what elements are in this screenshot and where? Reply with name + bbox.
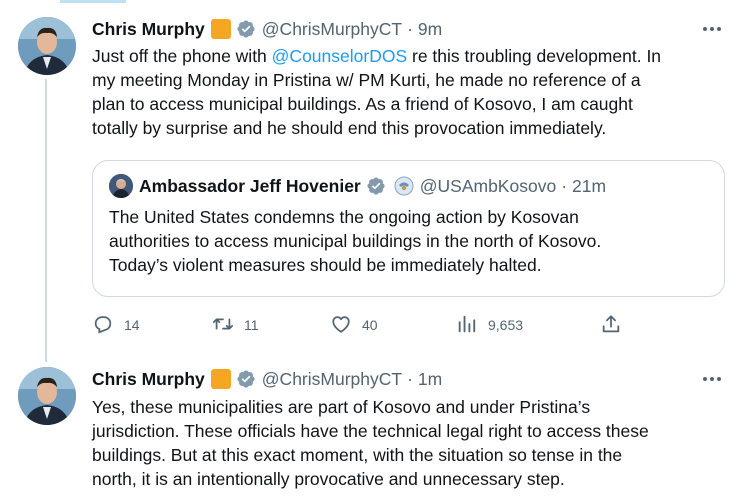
view-count: 9,653 xyxy=(488,317,524,333)
text-segment: re this troubling development. In xyxy=(407,46,662,66)
like-button[interactable]: 40 xyxy=(330,312,378,338)
quoted-author-handle[interactable]: @USAmbKosovo xyxy=(420,176,556,197)
author-handle[interactable]: @ChrisMurphyCT xyxy=(262,19,402,40)
author-name[interactable]: Chris Murphy xyxy=(92,19,205,40)
quoted-tweet[interactable]: Ambassador Jeff Hovenier @USAmbKosovo · … xyxy=(92,160,725,297)
text-segment: Just off the phone with xyxy=(92,46,272,66)
separator-dot: · xyxy=(561,175,568,196)
heart-icon xyxy=(330,313,352,338)
more-horizontal-icon[interactable] xyxy=(699,19,725,39)
tweet[interactable]: Chris Murphy @ChrisMurphyCT · 9m Just of… xyxy=(0,0,739,362)
retweet-button[interactable]: 11 xyxy=(212,312,259,338)
organization-badge-icon[interactable] xyxy=(210,369,231,389)
like-count: 40 xyxy=(362,317,378,333)
tweet-text-line: north, it is an intentionally provocativ… xyxy=(92,469,565,489)
avatar[interactable] xyxy=(18,367,76,425)
tweet-text-line: totally by surprise and he should end th… xyxy=(92,118,607,138)
share-button[interactable] xyxy=(600,312,622,338)
quoted-avatar[interactable] xyxy=(109,174,133,198)
tweet-text-line: Yes, these municipalities are part of Ko… xyxy=(92,397,591,417)
quoted-timestamp[interactable]: 21m xyxy=(572,176,606,197)
quoted-tweet-text: The United States condemns the ongoing a… xyxy=(109,205,714,277)
separator-dot: · xyxy=(407,18,413,39)
tweet-text-line: my meeting Monday in Pristina w/ PM Kurt… xyxy=(92,70,641,90)
tweet-text: Just off the phone with @CounselorDOS re… xyxy=(92,44,727,140)
tweet-text-line: buildings. But at this exact moment, wit… xyxy=(92,445,623,465)
verified-badge-icon[interactable] xyxy=(236,19,256,39)
tweet-header: Chris Murphy @ChrisMurphyCT · 1m xyxy=(92,367,442,391)
quoted-tweet-header: Ambassador Jeff Hovenier @USAmbKosovo · … xyxy=(109,174,606,198)
mention-link[interactable]: @CounselorDOS xyxy=(272,46,407,66)
quoted-text-line: Today’s violent measures should be immed… xyxy=(109,255,542,275)
quoted-author-name[interactable]: Ambassador Jeff Hovenier xyxy=(139,176,361,197)
quoted-text-line: authorities to access municipal building… xyxy=(109,231,602,251)
tweet-text-line: Just off the phone with @CounselorDOS re… xyxy=(92,44,727,68)
separator-dot: · xyxy=(407,368,413,389)
author-handle[interactable]: @ChrisMurphyCT xyxy=(262,369,402,390)
tweet-text: Yes, these municipalities are part of Ko… xyxy=(92,395,727,491)
retweet-count: 11 xyxy=(244,317,259,333)
tweet-header: Chris Murphy @ChrisMurphyCT · 9m xyxy=(92,17,442,41)
views-chart-icon xyxy=(456,313,478,338)
timestamp[interactable]: 9m xyxy=(418,19,442,40)
government-affiliation-icon[interactable] xyxy=(394,176,414,196)
timestamp[interactable]: 1m xyxy=(418,369,442,390)
verified-badge-icon[interactable] xyxy=(366,176,386,196)
quoted-text-line: The United States condemns the ongoing a… xyxy=(109,207,579,227)
retweet-icon xyxy=(212,313,234,338)
avatar[interactable] xyxy=(18,17,76,75)
share-icon xyxy=(600,313,622,338)
more-horizontal-icon[interactable] xyxy=(699,369,725,389)
verified-badge-icon[interactable] xyxy=(236,369,256,389)
views-button[interactable]: 9,653 xyxy=(456,312,523,338)
tweet[interactable]: Chris Murphy @ChrisMurphyCT · 1m Yes, th… xyxy=(0,358,739,502)
tweet-text-line: plan to access municipal buildings. As a… xyxy=(92,94,633,114)
reply-icon xyxy=(92,313,114,338)
author-name[interactable]: Chris Murphy xyxy=(92,369,205,390)
reply-button[interactable]: 14 xyxy=(92,312,140,338)
organization-badge-icon[interactable] xyxy=(210,19,231,39)
reply-count: 14 xyxy=(124,317,140,333)
tweet-text-line: jurisdiction. These officials have the t… xyxy=(92,421,649,441)
tweet-actions: 14 11 40 9,653 xyxy=(0,312,739,338)
